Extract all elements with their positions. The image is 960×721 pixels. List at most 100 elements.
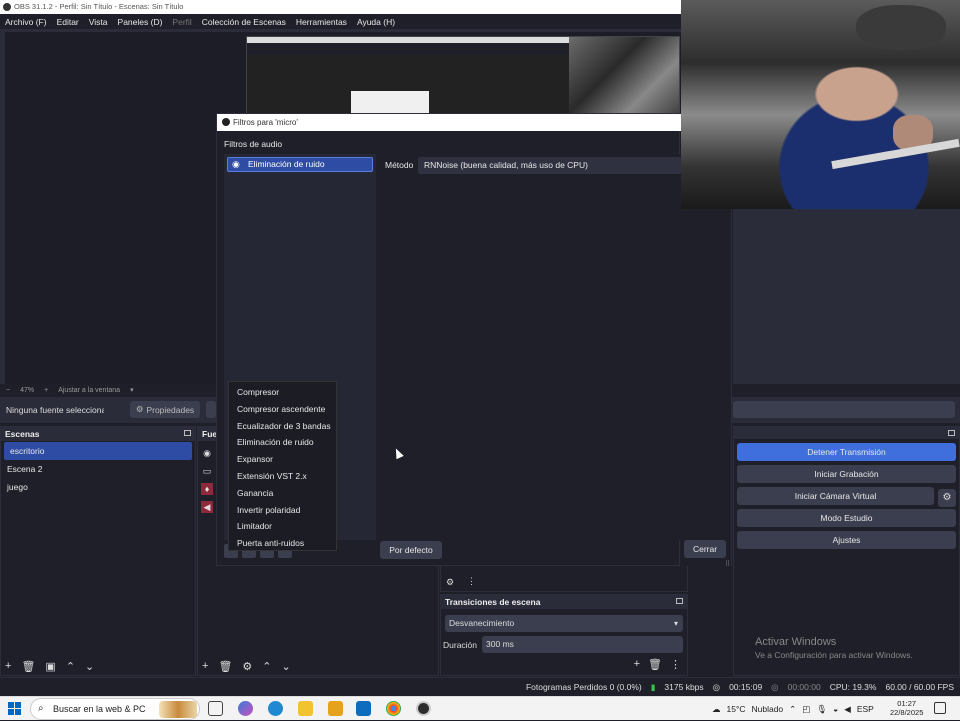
menu-item[interactable]: Limitador xyxy=(229,518,336,535)
menu-herramientas[interactable]: Herramientas xyxy=(296,17,347,27)
taskbar-clock[interactable]: 01:27 22/8/2025 xyxy=(890,699,923,717)
window-title: OBS 31.1.2 - Perfil: Sin Título - Escena… xyxy=(14,2,184,11)
add-icon[interactable]: + xyxy=(5,660,11,673)
zoom-in-button[interactable]: + xyxy=(44,387,48,394)
stop-stream-button[interactable]: Detener Transmisión xyxy=(737,443,956,461)
activate-windows-watermark: Activar Windows Ve a Configuración para … xyxy=(755,636,913,660)
add-icon[interactable]: + xyxy=(202,660,208,673)
trash-icon[interactable]: 🗑 xyxy=(21,660,35,673)
scene-item[interactable]: Escena 2 xyxy=(1,460,195,478)
start-recording-button[interactable]: Iniciar Grabación xyxy=(737,465,956,483)
outlook-icon[interactable] xyxy=(356,701,371,716)
transitions-title: Transiciones de escena xyxy=(445,597,541,607)
store-icon[interactable] xyxy=(328,701,343,716)
virtual-cam-settings-button[interactable]: ⚙ xyxy=(938,489,956,507)
add-icon[interactable]: + xyxy=(634,658,640,671)
menu-item[interactable]: Compresor xyxy=(229,384,336,401)
menu-item[interactable]: Ganancia xyxy=(229,485,336,502)
mixer-settings-icon[interactable]: ⚙ xyxy=(446,577,454,588)
chevron-down-icon: ▾ xyxy=(673,619,678,628)
weather-temp: 15°C xyxy=(726,704,746,714)
zoom-out-button[interactable]: − xyxy=(6,387,10,394)
transitions-dock: Transiciones de escena Desvanecimiento ▾… xyxy=(440,594,688,676)
move-up-icon[interactable]: ⌃ xyxy=(262,660,271,673)
menu-perfil[interactable]: Perfil xyxy=(172,17,191,27)
undock-icon[interactable] xyxy=(948,430,955,436)
settings-button[interactable]: Ajustes xyxy=(737,531,956,549)
move-down-icon[interactable]: ⌄ xyxy=(282,660,291,673)
menu-item[interactable]: Invertir polaridad xyxy=(229,502,336,519)
camera-icon: ◉ xyxy=(203,448,211,458)
speaker-icon: ◀ xyxy=(201,501,213,513)
chrome-icon[interactable] xyxy=(386,701,401,716)
transition-select[interactable]: Desvanecimiento ▾ xyxy=(445,615,683,632)
weather-desc: Nublado xyxy=(751,704,784,714)
preview-nested-screenshot xyxy=(246,36,680,116)
start-virtual-cam-button[interactable]: Iniciar Cámara Virtual xyxy=(737,487,934,505)
transition-value: Desvanecimiento xyxy=(449,618,515,628)
menu-editar[interactable]: Editar xyxy=(57,17,79,27)
more-icon[interactable]: ⋮ xyxy=(467,576,476,587)
method-select[interactable]: RNNoise (buena calidad, más uso de CPU) xyxy=(418,157,681,174)
taskbar-search[interactable]: ⌕ Buscar en la web & PC xyxy=(30,698,200,720)
resize-grip-icon[interactable]: ⠿ xyxy=(725,560,730,568)
fps: 60.00 / 60.00 FPS xyxy=(885,682,954,692)
gear-icon[interactable]: ⚙ xyxy=(242,660,252,673)
filters-dialog-extension xyxy=(680,209,732,566)
edge-icon[interactable] xyxy=(268,701,283,716)
undock-icon[interactable] xyxy=(184,430,191,436)
fit-window-dropdown[interactable]: Ajustar a la ventana xyxy=(58,387,120,394)
language-indicator[interactable]: ESP xyxy=(857,704,874,714)
gear-icon: ⚙ xyxy=(942,492,952,503)
menu-item[interactable]: Puerta anti-ruidos xyxy=(229,535,336,552)
menu-vista[interactable]: Vista xyxy=(89,17,108,27)
menu-ayuda[interactable]: Ayuda (H) xyxy=(357,17,395,27)
scene-item[interactable]: juego xyxy=(1,478,195,496)
file-explorer-icon[interactable] xyxy=(298,701,313,716)
notification-icon[interactable] xyxy=(934,702,946,714)
menu-coleccion[interactable]: Colección de Escenas xyxy=(202,17,286,27)
menu-item[interactable]: Eliminación de ruido xyxy=(229,434,336,451)
filters-button[interactable] xyxy=(206,401,216,418)
menu-bar: Archivo (F) Editar Vista Paneles (D) Per… xyxy=(0,14,680,29)
stream-time: 00:15:09 xyxy=(729,682,763,692)
more-icon[interactable]: ⋮ xyxy=(670,658,681,671)
menu-item[interactable]: Extensión VST 2.x xyxy=(229,468,336,485)
defaults-button[interactable]: Por defecto xyxy=(380,541,442,559)
duration-field[interactable]: 300 ms xyxy=(482,636,683,653)
obs-taskbar-icon[interactable] xyxy=(416,701,431,716)
move-up-icon[interactable]: ⌃ xyxy=(66,660,75,673)
undock-icon[interactable] xyxy=(676,598,683,604)
menu-archivo[interactable]: Archivo (F) xyxy=(5,17,47,27)
bitrate: 3175 kbps xyxy=(664,682,704,692)
scene-item[interactable]: escritorio xyxy=(4,442,192,460)
eye-icon[interactable]: ◉ xyxy=(232,158,240,171)
tray-app-icon[interactable]: ◰ xyxy=(802,704,810,715)
cpu-usage: CPU: 19.3% xyxy=(829,682,877,692)
tray-chevron-icon[interactable]: ⌃ xyxy=(789,704,796,715)
obs-logo-icon xyxy=(3,3,11,11)
mic-icon[interactable]: 🎙 xyxy=(816,704,827,715)
filter-list-item[interactable]: ◉ Eliminación de ruido xyxy=(227,157,373,172)
menu-item[interactable]: Ecualizador de 3 bandas xyxy=(229,418,336,435)
windows-start-icon[interactable] xyxy=(8,702,21,715)
signal-icon: ▮ xyxy=(650,681,656,692)
menu-item[interactable]: Compresor ascendente xyxy=(229,401,336,418)
copilot-icon[interactable] xyxy=(238,701,253,716)
studio-mode-button[interactable]: Modo Estudio xyxy=(737,509,956,527)
trash-icon[interactable]: 🗑 xyxy=(648,658,662,671)
microphone-icon: ♦ xyxy=(201,483,213,495)
menu-item[interactable]: Expansor xyxy=(229,451,336,468)
wifi-icon[interactable]: ◒ xyxy=(833,704,838,714)
audio-filters-heading: Filtros de audio xyxy=(224,139,283,149)
trash-icon[interactable]: 🗑 xyxy=(218,660,232,673)
chevron-down-icon[interactable]: ▾ xyxy=(130,386,134,394)
close-button[interactable]: Cerrar xyxy=(684,540,726,558)
filter-icon[interactable]: ▣ xyxy=(45,660,55,673)
menu-paneles[interactable]: Paneles (D) xyxy=(118,17,163,27)
move-down-icon[interactable]: ⌄ xyxy=(85,660,94,673)
properties-button[interactable]: ⚙ Propiedades xyxy=(130,401,200,418)
monitor-icon: ▭ xyxy=(202,466,212,476)
volume-icon[interactable]: ◀ xyxy=(844,704,851,715)
task-view-icon[interactable] xyxy=(208,701,223,716)
